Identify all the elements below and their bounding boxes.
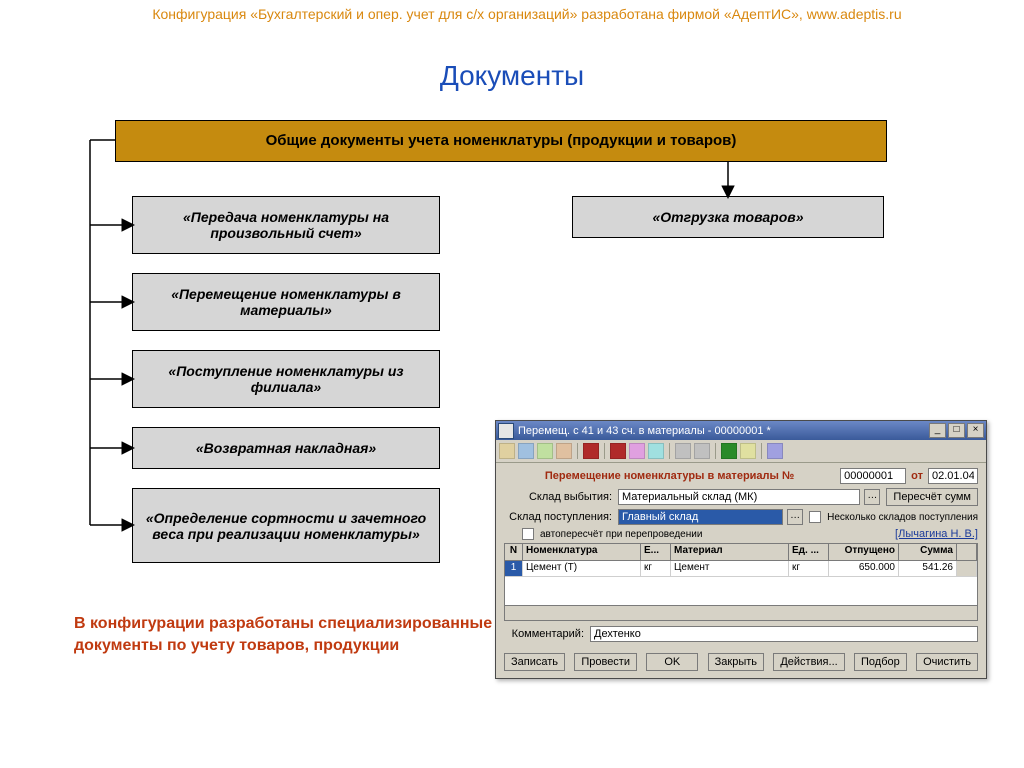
col-released[interactable]: Отпущено (829, 544, 899, 560)
tb-save-icon[interactable] (537, 443, 553, 459)
multi-warehouse-label: Несколько складов поступления (827, 512, 978, 523)
clear-button[interactable]: Очистить (916, 653, 978, 671)
save-button[interactable]: Записать (504, 653, 565, 671)
tb-up-icon[interactable] (675, 443, 691, 459)
col-unit[interactable]: Ед. ... (789, 544, 829, 560)
bottom-note: В конфигурации разработаны специализиров… (74, 613, 494, 656)
tb-down-icon[interactable] (694, 443, 710, 459)
cell-scroll (957, 561, 977, 576)
cell-sum: 541.26 (899, 561, 957, 576)
close-form-button[interactable]: Закрыть (708, 653, 764, 671)
tb-filter-icon[interactable] (740, 443, 756, 459)
col-sum[interactable]: Сумма (899, 544, 957, 560)
doc-date-input[interactable] (928, 468, 978, 484)
form-title: Перемещение номенклатуры в материалы № (504, 470, 835, 482)
comment-input[interactable] (590, 626, 978, 642)
cell-unit: кг (789, 561, 829, 576)
col-scroll (957, 544, 977, 560)
cell-material: Цемент (671, 561, 789, 576)
doc-box-shipment: «Отгрузка товаров» (572, 196, 884, 238)
comment-label: Комментарий: (504, 628, 584, 640)
post-button[interactable]: Провести (574, 653, 637, 671)
grid-hscroll[interactable] (505, 605, 977, 620)
toolbar (496, 440, 986, 463)
actions-button[interactable]: Действия... (773, 653, 844, 671)
pick-button[interactable]: Подбор (854, 653, 907, 671)
doc-number-input[interactable] (840, 468, 906, 484)
window-icon (498, 423, 514, 439)
warehouse-in-label: Склад поступления: (504, 511, 612, 523)
user-link[interactable]: [Лычагина Н. В.] (895, 528, 978, 540)
warehouse-in-picker[interactable]: … (787, 509, 803, 525)
tb-cancel-icon[interactable] (610, 443, 626, 459)
tb-del-icon[interactable] (583, 443, 599, 459)
col-nomenclature[interactable]: Номенклатура (523, 544, 641, 560)
app-window: Перемещ. с 41 и 43 сч. в материалы - 000… (495, 420, 987, 679)
tb-action1-icon[interactable] (629, 443, 645, 459)
col-e[interactable]: Е... (641, 544, 671, 560)
autorecalc-label: автопересчёт при перепроведении (540, 529, 889, 540)
close-button[interactable]: × (967, 423, 984, 438)
doc-box-transfer: «Передача номенклатуры на произвольный с… (132, 196, 440, 254)
warehouse-out-label: Склад выбытия: (504, 491, 612, 503)
cell-e: кг (641, 561, 671, 576)
date-label: от (911, 470, 923, 482)
tb-sort-icon[interactable] (721, 443, 737, 459)
recalc-button[interactable]: Пересчёт сумм (886, 488, 978, 506)
doc-box-sort-weight: «Определение сортности и зачетного веса … (132, 488, 440, 563)
tb-help-icon[interactable] (767, 443, 783, 459)
col-n[interactable]: N (505, 544, 523, 560)
cell-released: 650.000 (829, 561, 899, 576)
cell-nomenclature: Цемент (Т) (523, 561, 641, 576)
tb-copy-icon[interactable] (556, 443, 572, 459)
max-button[interactable]: □ (948, 423, 965, 438)
grid-row[interactable]: 1 Цемент (Т) кг Цемент кг 650.000 541.26 (505, 561, 977, 577)
main-category-box: Общие документы учета номенклатуры (прод… (115, 120, 887, 162)
warehouse-out-picker[interactable]: … (864, 489, 880, 505)
ok-button[interactable]: OK (646, 653, 698, 671)
autorecalc-checkbox[interactable] (522, 528, 534, 540)
header-text: Конфигурация «Бухгалтерский и опер. учет… (60, 6, 994, 22)
tb-action2-icon[interactable] (648, 443, 664, 459)
cell-n: 1 (505, 561, 523, 576)
multi-warehouse-checkbox[interactable] (809, 511, 821, 523)
doc-box-branch-incoming: «Поступление номенклатуры из филиала» (132, 350, 440, 408)
tb-new-icon[interactable] (499, 443, 515, 459)
warehouse-out-input[interactable] (618, 489, 860, 505)
items-grid[interactable]: N Номенклатура Е... Материал Ед. ... Отп… (504, 543, 978, 621)
col-material[interactable]: Материал (671, 544, 789, 560)
window-titlebar[interactable]: Перемещ. с 41 и 43 сч. в материалы - 000… (496, 421, 986, 440)
tb-list-icon[interactable] (518, 443, 534, 459)
min-button[interactable]: _ (929, 423, 946, 438)
doc-box-return-invoice: «Возвратная накладная» (132, 427, 440, 469)
warehouse-in-input[interactable] (618, 509, 783, 525)
page-title: Документы (0, 60, 1024, 92)
button-bar: Записать Провести OK Закрыть Действия...… (496, 648, 986, 678)
window-title: Перемещ. с 41 и 43 сч. в материалы - 000… (518, 425, 929, 437)
doc-box-move-materials: «Перемещение номенклатуры в материалы» (132, 273, 440, 331)
